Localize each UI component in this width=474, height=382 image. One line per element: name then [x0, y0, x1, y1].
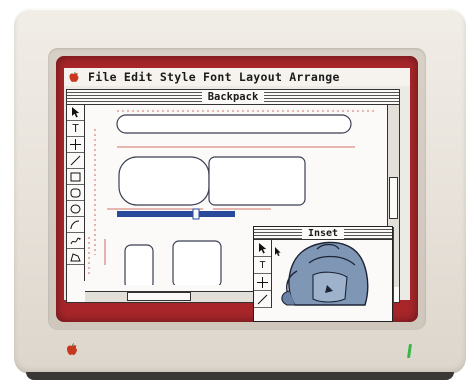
window-title-bar[interactable]: Backpack — [67, 90, 399, 105]
vertical-scroll-thumb[interactable] — [389, 177, 398, 219]
monitor-base-shadow — [26, 372, 454, 380]
inset-title: Inset — [301, 227, 345, 239]
inset-text-tool-glyph: T — [259, 259, 266, 271]
freehand-tool-icon[interactable] — [67, 233, 84, 249]
horizontal-scroll-thumb[interactable] — [127, 292, 191, 301]
text-tool-icon[interactable]: T — [67, 121, 84, 137]
backpack-illustration — [275, 241, 369, 306]
menu-layout[interactable]: Layout — [239, 70, 282, 84]
menu-edit[interactable]: Edit — [124, 70, 153, 84]
polygon-tool-icon[interactable] — [67, 249, 84, 265]
apple-menu-icon[interactable] — [68, 71, 80, 83]
tool-palette: T — [67, 105, 85, 281]
inset-line-tool-icon[interactable] — [254, 291, 271, 308]
crosshair-tool-icon[interactable] — [67, 137, 84, 153]
inset-window: Inset T — [253, 226, 393, 322]
selected-strap[interactable] — [117, 211, 235, 217]
inset-title-bar[interactable]: Inset — [254, 227, 392, 240]
screen: File Edit Style Font Layout Arrange Back… — [56, 56, 418, 322]
backpack-window: Backpack T Inset T — [66, 89, 400, 322]
rectangle-tool-icon[interactable] — [67, 169, 84, 185]
menu-arrange[interactable]: Arrange — [289, 70, 340, 84]
strap-selection-handle[interactable] — [192, 208, 200, 220]
menu-bar: File Edit Style Font Layout Arrange — [64, 68, 410, 86]
inset-crosshair-tool-icon[interactable] — [254, 274, 271, 291]
inset-tool-palette: T — [254, 240, 272, 308]
menu-file[interactable]: File — [88, 70, 117, 84]
inset-text-tool-icon[interactable]: T — [254, 257, 271, 274]
oval-tool-icon[interactable] — [67, 201, 84, 217]
menu-font[interactable]: Font — [203, 70, 232, 84]
rounded-rectangle-tool-icon[interactable] — [67, 185, 84, 201]
pointer-tool-icon[interactable] — [67, 105, 84, 121]
line-tool-icon[interactable] — [67, 153, 84, 169]
menu-style[interactable]: Style — [160, 70, 196, 84]
inset-pointer-tool-icon[interactable] — [254, 240, 271, 257]
arc-tool-icon[interactable] — [67, 217, 84, 233]
apple-logo-icon — [67, 343, 77, 355]
text-tool-glyph: T — [72, 122, 79, 135]
window-title: Backpack — [201, 90, 265, 104]
